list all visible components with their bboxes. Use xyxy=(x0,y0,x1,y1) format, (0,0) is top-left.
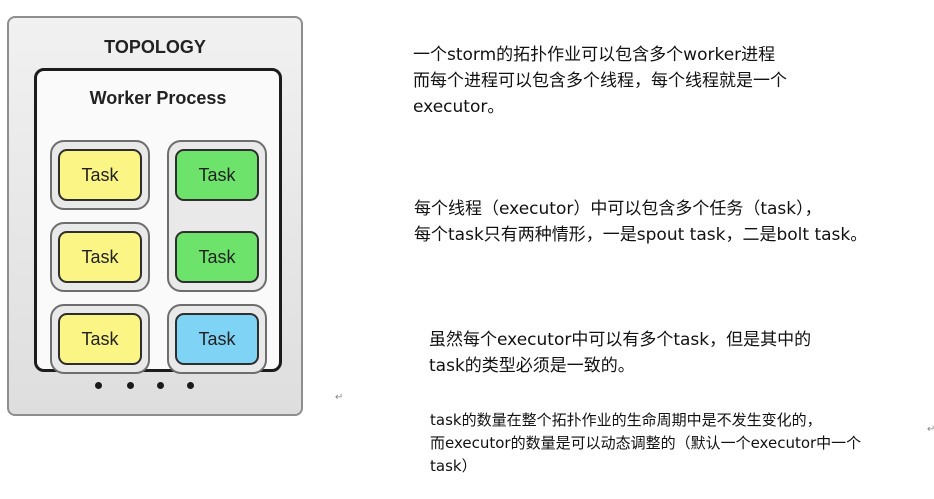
executor-left-2: Task xyxy=(50,222,150,292)
dot xyxy=(127,382,134,389)
task-yellow-3: Task xyxy=(58,313,142,365)
task-green-1: Task xyxy=(175,149,259,201)
executor-right-bottom: Task xyxy=(167,304,267,374)
worker-process-box: Worker Process Task Task Task Task Task … xyxy=(34,68,282,374)
ellipsis-dots xyxy=(9,382,301,396)
executor-right-tall: Task Task xyxy=(167,140,267,292)
note-task-type: 虽然每个executor中可以有多个task，但是其中的 task的类型必须是一… xyxy=(429,330,812,376)
executor-left-1: Task xyxy=(50,140,150,210)
task-blue: Task xyxy=(175,313,259,365)
topology-title: TOPOLOGY xyxy=(104,37,206,57)
dot xyxy=(187,382,194,389)
worker-process-title: Worker Process xyxy=(89,88,227,108)
dot xyxy=(95,382,102,389)
topology-box: TOPOLOGY Worker Process Task Task Task T… xyxy=(7,16,303,416)
task-yellow-2: Task xyxy=(58,231,142,283)
task-yellow-1: Task xyxy=(58,149,142,201)
note-executor-tasks: 每个线程（executor）中可以包含多个任务（task）， 每个task只有两… xyxy=(414,199,868,245)
task-green-2: Task xyxy=(175,231,259,283)
paragraph-mark: ↵ xyxy=(335,392,344,403)
note-topology-workers: 一个storm的拓扑作业可以包含多个worker进程 而每个进程可以包含多个线程… xyxy=(413,45,787,117)
note-task-count: task的数量在整个拓扑作业的生命周期中是不发生变化的， 而executor的数… xyxy=(430,411,862,475)
paragraph-mark: ↵ xyxy=(927,424,934,435)
dot xyxy=(157,382,164,389)
executor-left-3: Task xyxy=(50,304,150,374)
